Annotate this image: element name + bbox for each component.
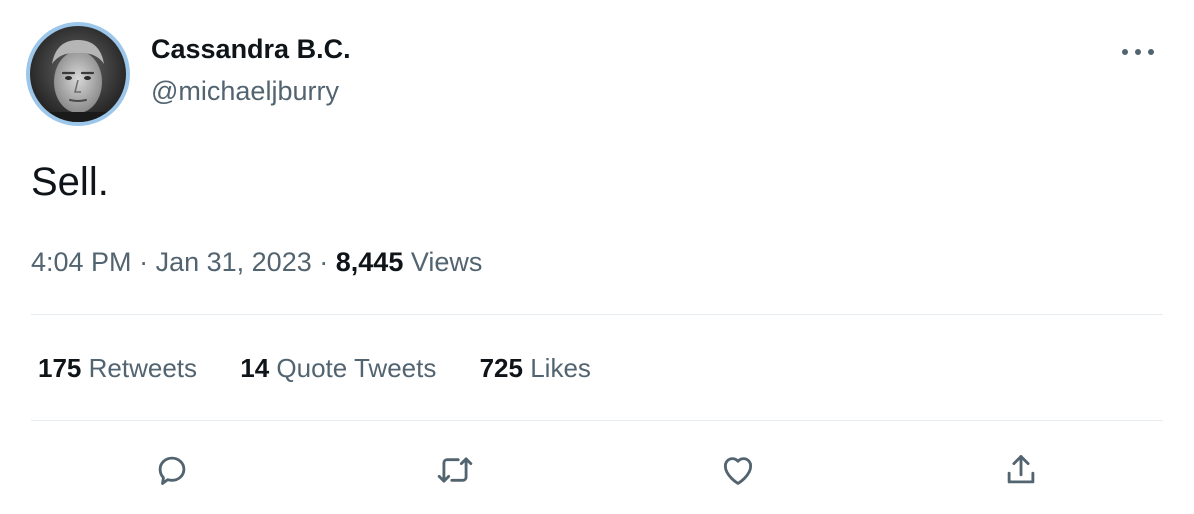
reply-button[interactable] xyxy=(150,448,194,492)
engagement-stats: 175 Retweets 14 Quote Tweets 725 Likes xyxy=(38,353,627,384)
divider xyxy=(31,314,1163,315)
share-icon xyxy=(1007,455,1035,484)
likes-stat[interactable]: 725 Likes xyxy=(480,353,591,384)
share-button[interactable] xyxy=(999,448,1043,492)
quote-tweets-stat[interactable]: 14 Quote Tweets xyxy=(240,353,436,384)
meta-separator: · xyxy=(319,247,329,277)
more-options-button[interactable] xyxy=(1118,38,1158,66)
retweets-stat[interactable]: 175 Retweets xyxy=(38,353,197,384)
tweet-date[interactable]: Jan 31, 2023 xyxy=(156,247,312,277)
retweet-icon xyxy=(437,457,473,483)
likes-label: Likes xyxy=(530,353,591,383)
divider xyxy=(31,420,1163,421)
avatar-image xyxy=(30,26,126,122)
retweets-label: Retweets xyxy=(88,353,198,383)
like-button[interactable] xyxy=(716,448,760,492)
tweet-time[interactable]: 4:04 PM xyxy=(31,247,132,277)
views-count: 8,445 xyxy=(335,247,404,277)
heart-icon xyxy=(723,457,753,485)
retweets-count: 175 xyxy=(38,353,82,383)
more-icon xyxy=(1122,49,1154,55)
reply-icon xyxy=(158,456,186,485)
tweet-meta: 4:04 PM · Jan 31, 2023 · 8,445 Views xyxy=(31,247,482,278)
meta-separator: · xyxy=(139,247,149,277)
quote-tweets-label: Quote Tweets xyxy=(276,353,437,383)
user-handle[interactable]: @michaeljburry xyxy=(151,76,339,107)
tweet-text: Sell. xyxy=(31,160,109,204)
display-name[interactable]: Cassandra B.C. xyxy=(151,34,351,65)
views-label: Views xyxy=(410,247,483,277)
tweet-card: Cassandra B.C. @michaeljburry Sell. 4:04… xyxy=(0,0,1194,514)
likes-count: 725 xyxy=(479,353,523,383)
avatar[interactable] xyxy=(26,22,130,126)
quote-tweets-count: 14 xyxy=(240,353,270,383)
retweet-button[interactable] xyxy=(433,448,477,492)
